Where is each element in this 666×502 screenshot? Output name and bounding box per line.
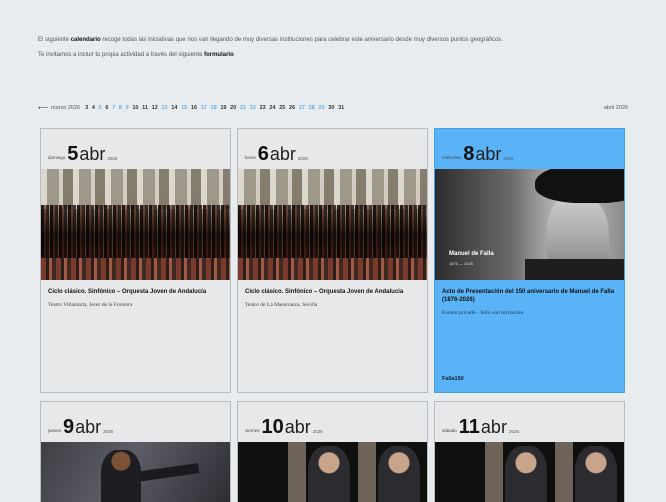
event-image[interactable]: Manuel de Falla 1876 — 2026	[435, 169, 624, 280]
image-caption: Manuel de Falla	[449, 251, 494, 257]
event-title[interactable]: Ciclo clásico. Sinfónico – Orquesta Jove…	[245, 288, 420, 296]
date-navigation: ⟵ marzo 2026 3 4 5 6 7 8 9 10 11 12 13 14 15 16 17 18 19…	[38, 103, 628, 113]
intro-text-1a: El siguiente	[38, 37, 70, 43]
day-link[interactable]: 19	[220, 105, 226, 111]
event-info: Ciclo clásico. Sinfónico – Orquesta Jove…	[238, 280, 427, 308]
day-link[interactable]: 10	[132, 105, 138, 111]
day-link[interactable]: 9	[126, 105, 129, 111]
event-card[interactable]: sábado 11 abr 2026	[434, 401, 625, 502]
event-venue: Evento privado · Solo con invitación	[442, 310, 524, 316]
day-link[interactable]: 28	[309, 105, 315, 111]
event-weekday: viernes	[245, 428, 260, 433]
event-card-featured[interactable]: miércoles 8 abr 2026 Manuel de Falla 187…	[434, 128, 625, 393]
event-title[interactable]: Acto de Presentación del 150 aniversario…	[442, 288, 617, 304]
day-link[interactable]: 16	[191, 105, 197, 111]
day-link[interactable]: 17	[201, 105, 207, 111]
day-link[interactable]: 21	[240, 105, 246, 111]
event-date: lunes 6 abr 2026	[238, 129, 427, 169]
event-image[interactable]	[238, 169, 427, 280]
day-link[interactable]: 30	[328, 105, 334, 111]
event-day: 8	[463, 143, 475, 165]
intro-paragraph-2: Te invitamos a incluir tu propia activid…	[38, 51, 628, 60]
event-year: 2026	[508, 429, 519, 434]
event-date: sábado 11 abr 2026	[435, 402, 624, 442]
event-month: abr	[480, 417, 507, 437]
day-link[interactable]: 15	[181, 105, 187, 111]
intro-text: El siguiente calendario recoge todas las…	[38, 36, 628, 66]
event-month: abr	[79, 144, 106, 164]
day-link[interactable]: 25	[279, 105, 285, 111]
day-link[interactable]: 18	[211, 105, 217, 111]
event-card[interactable]: viernes 10 abr 2026	[237, 401, 428, 502]
day-link[interactable]: 5	[99, 105, 102, 111]
event-date: miércoles 8 abr 2026	[435, 129, 624, 169]
day-link[interactable]: 27	[299, 105, 305, 111]
event-weekday: lunes	[245, 155, 256, 160]
next-month-link[interactable]: abril 2026	[604, 105, 628, 111]
day-link[interactable]: 29	[318, 105, 324, 111]
event-day: 10	[261, 416, 284, 438]
intro-text-2a: Te invitamos a incluir tu propia activid…	[38, 52, 203, 58]
event-month: abr	[475, 144, 502, 164]
event-year: 2026	[312, 429, 323, 434]
intro-paragraph-1: El siguiente calendario recoge todas las…	[38, 36, 628, 45]
event-year: 2026	[107, 156, 118, 161]
day-link[interactable]: 13	[161, 105, 167, 111]
day-link[interactable]: 3	[85, 105, 88, 111]
event-weekday: domingo	[48, 155, 66, 160]
day-link[interactable]: 22	[250, 105, 256, 111]
intro-text-1b: recoge todas las iniciativas que nos van…	[102, 37, 503, 43]
event-image[interactable]	[435, 442, 624, 502]
event-title[interactable]: Ciclo clásico. Sinfónico – Orquesta Jove…	[48, 288, 223, 296]
day-link[interactable]: 24	[269, 105, 275, 111]
day-link[interactable]: 31	[338, 105, 344, 111]
day-link[interactable]: 20	[230, 105, 236, 111]
calendar-link[interactable]: calendario	[71, 37, 101, 43]
event-tag[interactable]: Falla150	[442, 376, 464, 382]
event-day: 9	[63, 416, 75, 438]
event-date: viernes 10 abr 2026	[238, 402, 427, 442]
event-card[interactable]: domingo 5 abr 2026 Ciclo clásico. Sinfón…	[40, 128, 231, 393]
event-weekday: jueves	[48, 428, 62, 433]
event-month: abr	[75, 417, 102, 437]
form-link[interactable]: formulario	[204, 52, 234, 58]
event-image[interactable]	[41, 169, 230, 280]
event-info: Ciclo clásico. Sinfónico – Orquesta Jove…	[41, 280, 230, 308]
day-link[interactable]: 8	[119, 105, 122, 111]
event-weekday: sábado	[442, 428, 457, 433]
day-link[interactable]: 12	[152, 105, 158, 111]
event-year: 2026	[503, 156, 514, 161]
event-day: 11	[458, 416, 480, 438]
day-link[interactable]: 11	[142, 105, 148, 111]
day-link[interactable]: 26	[289, 105, 295, 111]
event-image[interactable]	[238, 442, 427, 502]
event-image[interactable]	[41, 442, 230, 502]
day-link[interactable]: 7	[112, 105, 115, 111]
event-venue: Teatro Villamarta, Jerez de la Frontera	[48, 302, 133, 308]
event-day: 5	[67, 143, 79, 165]
event-venue: Teatro de La Maestranza, Sevilla	[245, 302, 318, 308]
event-year: 2026	[297, 156, 308, 161]
event-date: domingo 5 abr 2026	[41, 129, 230, 169]
event-card[interactable]: jueves 9 abr 2026	[40, 401, 231, 502]
event-month: abr	[269, 144, 296, 164]
prev-month-link[interactable]: marzo 2026	[51, 105, 80, 111]
day-link[interactable]: 6	[105, 105, 108, 111]
event-year: 2026	[103, 429, 114, 434]
day-link[interactable]: 23	[260, 105, 266, 111]
day-list: 3 4 5 6 7 8 9 10 11 12 13 14 15 16 17 18 19 20 21 22 23 24 25 2…	[85, 105, 598, 111]
day-link[interactable]: 14	[171, 105, 177, 111]
event-weekday: miércoles	[442, 155, 462, 160]
image-subcaption: 1876 — 2026	[449, 261, 474, 266]
event-month: abr	[284, 417, 311, 437]
prev-month-arrow-icon[interactable]: ⟵	[38, 104, 48, 112]
event-day: 6	[257, 143, 269, 165]
event-card[interactable]: lunes 6 abr 2026 Ciclo clásico. Sinfónic…	[237, 128, 428, 393]
event-info: Acto de Presentación del 150 aniversario…	[435, 280, 624, 316]
page: El siguiente calendario recoge todas las…	[0, 0, 666, 502]
event-date: jueves 9 abr 2026	[41, 402, 230, 442]
day-link[interactable]: 4	[92, 105, 95, 111]
